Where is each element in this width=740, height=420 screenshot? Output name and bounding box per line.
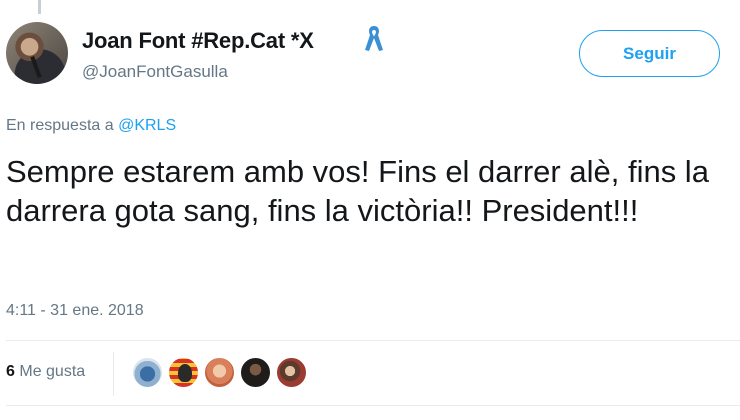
vertical-divider [113,352,114,396]
divider [6,340,740,341]
liker-avatar[interactable] [239,356,272,389]
liker-avatars [131,356,308,389]
liker-avatar[interactable] [275,356,308,389]
author-avatar[interactable] [6,22,68,84]
tweet-text: Sempre estarem amb vos! Fins el darrer a… [6,154,709,228]
likes-stat[interactable]: 6 Me gusta [6,363,85,381]
follow-button[interactable]: Seguir [579,30,720,77]
divider [6,405,740,406]
reply-context: En respuesta a @KRLS [6,117,176,135]
liker-avatar[interactable] [131,356,164,389]
author-display-name[interactable]: Joan Font #Rep.Cat *X [82,28,314,54]
reply-mention-link[interactable]: @KRLS [118,117,176,134]
blue-ribbon-icon [365,26,383,51]
thread-line [38,0,41,14]
likes-label: Me gusta [19,363,86,380]
tweet-timestamp[interactable]: 4:11 - 31 ene. 2018 [6,302,144,320]
likes-count: 6 [6,363,15,380]
reply-context-prefix: En respuesta a [6,117,114,134]
author-handle[interactable]: @JoanFontGasulla [82,62,228,82]
microphone-shape [30,55,42,79]
liker-avatar[interactable] [167,356,200,389]
liker-avatar[interactable] [203,356,236,389]
